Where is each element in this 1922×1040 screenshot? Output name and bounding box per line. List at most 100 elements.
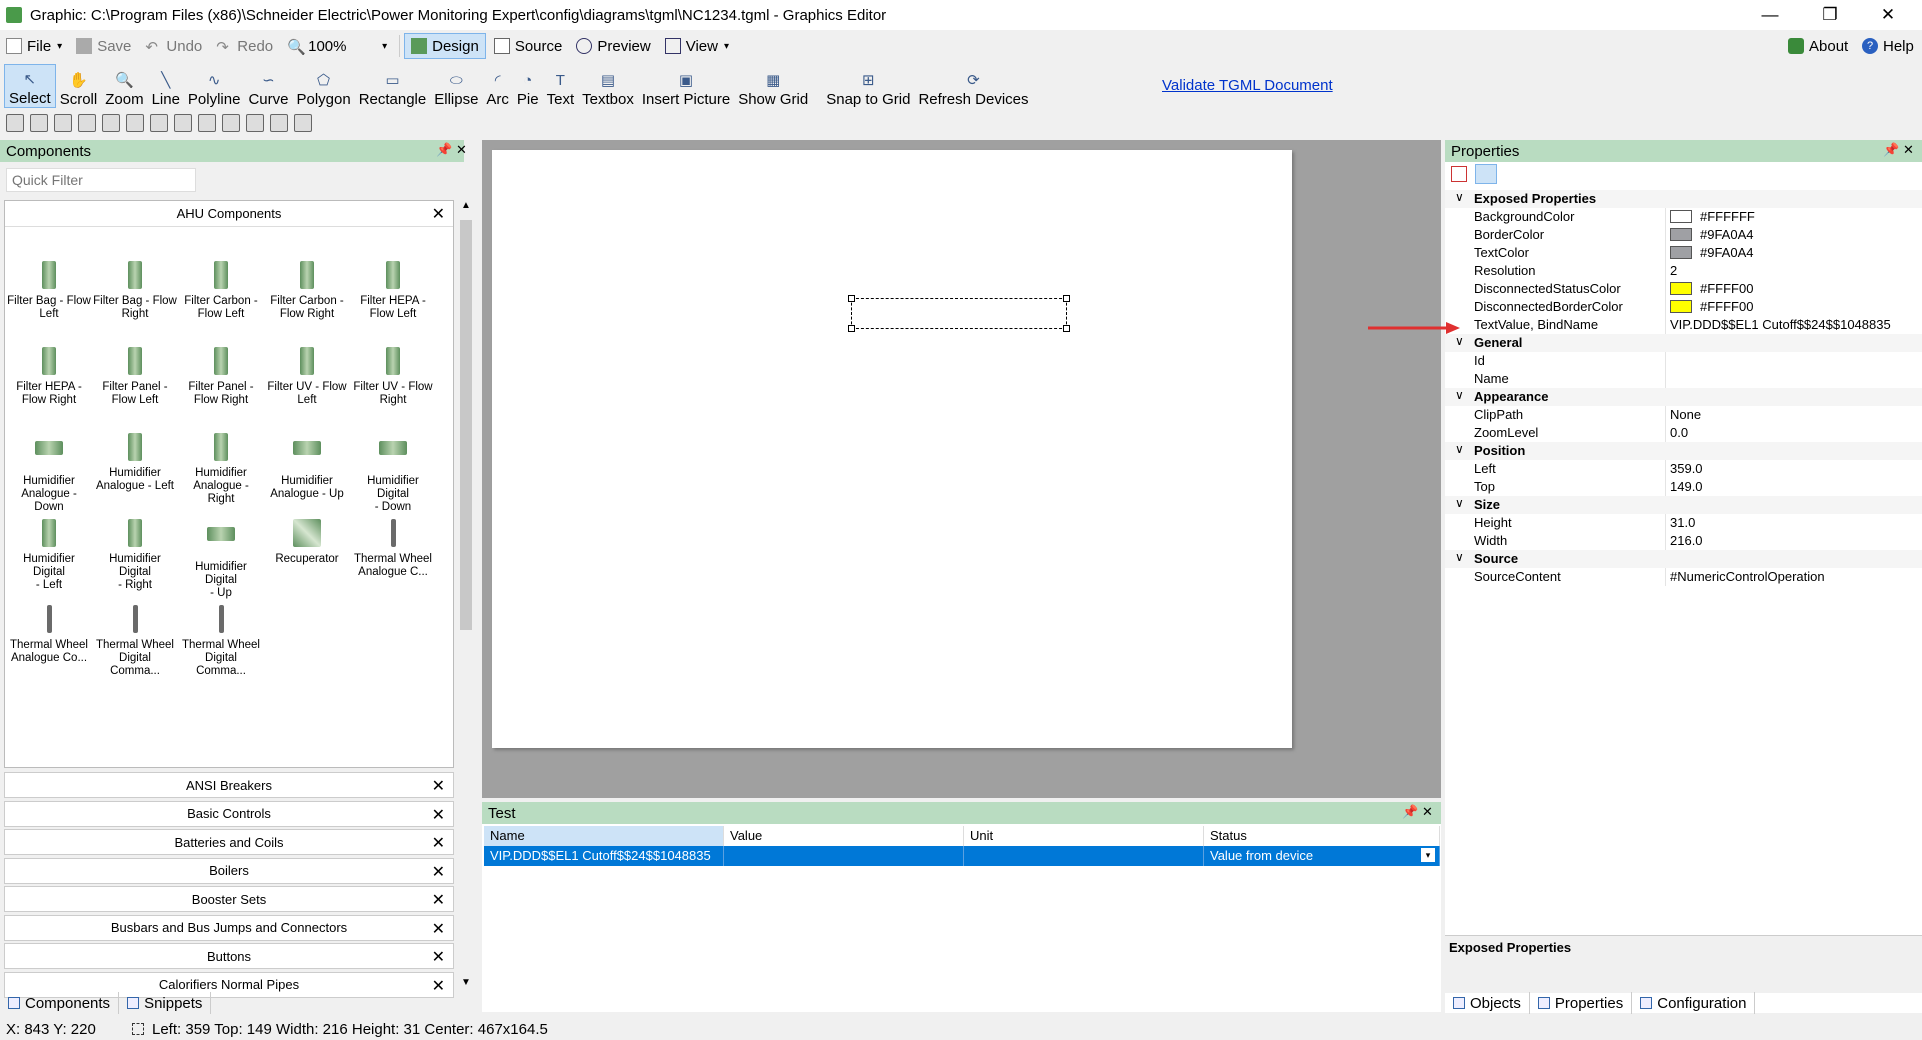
collapse-icon[interactable]: ✕ [432, 204, 445, 224]
tool-refresh-devices[interactable]: ⟳ Refresh Devices [914, 64, 1032, 108]
close-icon[interactable]: ✕ [1860, 0, 1916, 30]
chevron-down-icon[interactable]: ∨ [1455, 550, 1464, 564]
tool-zoom[interactable]: 🔍 Zoom [101, 64, 147, 108]
tool-rectangle[interactable]: ▭ Rectangle [355, 64, 431, 108]
property-value[interactable]: #9FA0A4 [1670, 245, 1754, 260]
resize-handle[interactable] [1063, 325, 1070, 332]
close-icon[interactable]: ✕ [1903, 142, 1914, 158]
close-icon[interactable]: ✕ [432, 947, 445, 967]
property-row[interactable]: TextValue, BindName VIP.DDD$$EL1 Cutoff$$… [1445, 316, 1922, 334]
column-header-unit[interactable]: Unit [964, 826, 1204, 846]
component-item[interactable]: Humidifier Analogue - Right [179, 433, 263, 506]
chevron-down-icon[interactable]: ∨ [1455, 334, 1464, 348]
property-row[interactable]: Left 359.0 [1445, 460, 1922, 478]
flip-icon[interactable] [174, 114, 192, 132]
component-item[interactable]: Humidifier Digital - Up [179, 519, 263, 600]
minimize-icon[interactable]: — [1742, 0, 1798, 30]
zoom-select[interactable]: 🔍 100% ▾ [281, 33, 393, 59]
file-menu[interactable]: File ▾ [0, 33, 68, 59]
property-row[interactable]: Name [1445, 370, 1922, 388]
component-item[interactable]: Humidifier Analogue - Up [265, 433, 349, 501]
component-item[interactable]: Humidifier Digital - Right [93, 519, 177, 592]
tab-components[interactable]: Components [0, 992, 120, 1014]
tool-scroll[interactable]: ✋ Scroll [56, 64, 102, 108]
chevron-down-icon[interactable]: ▾ [1421, 848, 1435, 862]
category-header[interactable]: Booster Sets ✕ [4, 886, 454, 912]
scroll-thumb[interactable] [460, 220, 472, 630]
property-section[interactable]: ∨ Appearance [1445, 388, 1922, 406]
category-header[interactable]: Buttons ✕ [4, 943, 454, 969]
align-icon[interactable] [102, 114, 120, 132]
tab-properties[interactable]: Properties [1530, 992, 1633, 1014]
component-item[interactable]: Filter HEPA - Flow Left [351, 261, 435, 321]
pin-icon[interactable]: 📌 [1402, 804, 1418, 820]
tool-ellipse[interactable]: ⬭ Ellipse [430, 64, 482, 109]
close-icon[interactable]: ✕ [432, 776, 445, 796]
chevron-down-icon[interactable]: ∨ [1455, 388, 1464, 402]
column-header-status[interactable]: Status [1204, 826, 1440, 846]
about-button[interactable]: About [1782, 33, 1854, 59]
undo-button[interactable]: ↶ Undo [139, 33, 208, 59]
property-value[interactable]: 216.0 [1670, 533, 1703, 548]
selected-object[interactable] [848, 295, 1070, 332]
property-section[interactable]: ∨ Source [1445, 550, 1922, 568]
resize-icon[interactable] [54, 114, 72, 132]
property-value[interactable]: #FFFF00 [1670, 299, 1753, 314]
component-item[interactable]: Filter HEPA - Flow Right [7, 347, 91, 407]
distribute-icon[interactable] [150, 114, 168, 132]
point-edit-icon[interactable] [294, 114, 312, 132]
tool-text[interactable]: T Text [543, 64, 579, 109]
property-value[interactable]: #FFFFFF [1670, 209, 1755, 224]
component-item[interactable]: Filter UV - Flow Left [265, 347, 349, 407]
property-section[interactable]: ∨ General [1445, 334, 1922, 352]
layer-icon[interactable] [198, 114, 216, 132]
tool-curve[interactable]: ∽ Curve [244, 64, 292, 108]
close-icon[interactable]: ✕ [432, 919, 445, 939]
tool-insert-picture[interactable]: ▣ Insert Picture [638, 64, 734, 108]
chevron-down-icon[interactable]: ∨ [1455, 190, 1464, 204]
property-value[interactable]: #9FA0A4 [1670, 227, 1754, 242]
category-header[interactable]: ANSI Breakers ✕ [4, 772, 454, 798]
tool-textbox[interactable]: ▤ Textbox [578, 64, 638, 108]
tool-show-grid[interactable]: ▦ Show Grid [734, 64, 812, 108]
tool-pie[interactable]: ◔ Pie [513, 64, 543, 109]
rotate-icon[interactable] [30, 114, 48, 132]
test-row-unit[interactable] [964, 846, 1204, 866]
column-header-value[interactable]: Value [724, 826, 964, 846]
category-header[interactable]: Busbars and Bus Jumps and Connectors ✕ [4, 914, 454, 941]
bring-front-icon[interactable] [222, 114, 240, 132]
property-row[interactable]: DisconnectedBorderColor #FFFF00 [1445, 298, 1922, 316]
property-row[interactable]: BorderColor #9FA0A4 [1445, 226, 1922, 244]
restore-icon[interactable]: ❐ [1802, 0, 1858, 30]
component-item[interactable]: Filter Carbon - Flow Right [265, 261, 349, 321]
component-item[interactable]: Filter Bag - Flow Left [7, 261, 91, 321]
tab-snippets[interactable]: Snippets [119, 992, 212, 1014]
chevron-down-icon[interactable]: ∨ [1455, 442, 1464, 456]
property-value[interactable]: 31.0 [1670, 515, 1695, 530]
component-item[interactable]: Recuperator [265, 519, 349, 566]
close-icon[interactable]: ✕ [456, 142, 467, 158]
property-section[interactable]: ∨ Position [1445, 442, 1922, 460]
property-row[interactable]: ZoomLevel 0.0 [1445, 424, 1922, 442]
alphabetical-icon[interactable] [1475, 164, 1497, 184]
property-value[interactable]: 2 [1670, 263, 1677, 278]
close-icon[interactable]: ✕ [432, 833, 445, 853]
resize-handle[interactable] [848, 325, 855, 332]
group-icon[interactable] [78, 114, 96, 132]
categorized-icon[interactable] [1451, 166, 1467, 182]
property-row[interactable]: Width 216.0 [1445, 532, 1922, 550]
tool-line[interactable]: ╲ Line [148, 64, 184, 108]
component-item[interactable]: Filter Bag - Flow Right [93, 261, 177, 321]
order-icon[interactable] [126, 114, 144, 132]
test-row-value[interactable] [724, 846, 964, 866]
send-back-icon[interactable] [246, 114, 264, 132]
component-item[interactable]: Filter UV - Flow Right [351, 347, 435, 407]
design-tab[interactable]: Design [404, 33, 486, 59]
property-value[interactable]: VIP.DDD$$EL1 Cutoff$$24$$1048835 [1670, 317, 1891, 332]
property-value[interactable]: #NumericControlOperation [1670, 569, 1825, 584]
property-row[interactable]: ClipPath None [1445, 406, 1922, 424]
property-value[interactable]: None [1670, 407, 1701, 422]
property-value[interactable]: 0.0 [1670, 425, 1688, 440]
transform-icon[interactable] [270, 114, 288, 132]
tab-configuration[interactable]: Configuration [1632, 992, 1756, 1014]
